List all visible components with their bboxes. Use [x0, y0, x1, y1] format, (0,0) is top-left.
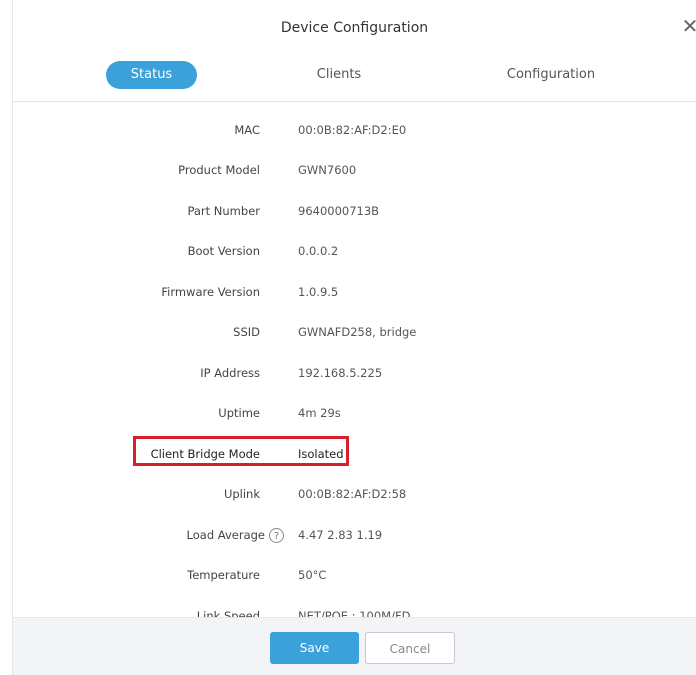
tab-clients[interactable]: Clients — [289, 61, 389, 89]
firmware-version-label: Firmware Version — [161, 285, 260, 299]
dialog-footer: Save Cancel — [13, 617, 696, 675]
cancel-button[interactable]: Cancel — [365, 632, 455, 664]
product-model-row: Product Model GWN7600 — [13, 160, 696, 180]
tab-status[interactable]: Status — [106, 61, 197, 89]
ssid-value: GWNAFD258, bridge — [298, 325, 417, 339]
uptime-label: Uptime — [218, 406, 260, 420]
highlight-box — [133, 436, 349, 466]
firmware-version-row: Firmware Version 1.0.9.5 — [13, 282, 696, 302]
boot-version-label: Boot Version — [187, 244, 260, 258]
status-panel: MAC 00:0B:82:AF:D2:E0 Product Model GWN7… — [13, 102, 696, 617]
mac-label: MAC — [234, 123, 260, 137]
tab-configuration[interactable]: Configuration — [491, 61, 611, 89]
ip-address-value: 192.168.5.225 — [298, 366, 383, 380]
mac-row: MAC 00:0B:82:AF:D2:E0 — [13, 120, 696, 140]
link-speed-value: NET/POE : 100M/FD — [298, 609, 411, 617]
save-button[interactable]: Save — [270, 632, 359, 664]
ip-address-label: IP Address — [200, 366, 260, 380]
uptime-value: 4m 29s — [298, 406, 341, 420]
device-configuration-dialog: Device Configuration ✕ Status Clients Co… — [12, 0, 696, 675]
part-number-row: Part Number 9640000713B — [13, 201, 696, 221]
ssid-row: SSID GWNAFD258, bridge — [13, 322, 696, 342]
temperature-row: Temperature 50°C — [13, 565, 696, 585]
tab-bar: Status Clients Configuration — [13, 60, 696, 102]
client-bridge-mode-row: Client Bridge Mode Isolated — [13, 444, 696, 464]
part-number-value: 9640000713B — [298, 204, 380, 218]
close-icon[interactable]: ✕ — [680, 16, 696, 36]
boot-version-row: Boot Version 0.0.0.2 — [13, 241, 696, 261]
product-model-value: GWN7600 — [298, 163, 357, 177]
temperature-label: Temperature — [187, 568, 260, 582]
mac-value: 00:0B:82:AF:D2:E0 — [298, 123, 407, 137]
load-average-label: Load Average? — [187, 525, 284, 545]
uplink-value: 00:0B:82:AF:D2:58 — [298, 487, 407, 501]
uplink-row: Uplink 00:0B:82:AF:D2:58 — [13, 484, 696, 504]
temperature-value: 50°C — [298, 568, 327, 582]
part-number-label: Part Number — [187, 204, 260, 218]
uptime-row: Uptime 4m 29s — [13, 403, 696, 423]
dialog-title: Device Configuration — [280, 20, 429, 36]
ssid-label: SSID — [233, 325, 260, 339]
load-average-text: Load Average — [186, 528, 265, 542]
link-speed-label: Link Speed — [196, 609, 260, 617]
dialog-header: Device Configuration ✕ — [13, 0, 696, 60]
product-model-label: Product Model — [178, 163, 260, 177]
boot-version-value: 0.0.0.2 — [298, 244, 339, 258]
uplink-label: Uplink — [223, 487, 260, 501]
link-speed-row: Link Speed NET/POE : 100M/FD — [13, 606, 696, 617]
ip-address-row: IP Address 192.168.5.225 — [13, 363, 696, 383]
load-average-row: Load Average? 4.47 2.83 1.19 — [13, 525, 696, 545]
load-average-value: 4.47 2.83 1.19 — [298, 528, 383, 542]
help-icon[interactable]: ? — [269, 528, 284, 543]
firmware-version-value: 1.0.9.5 — [298, 285, 339, 299]
